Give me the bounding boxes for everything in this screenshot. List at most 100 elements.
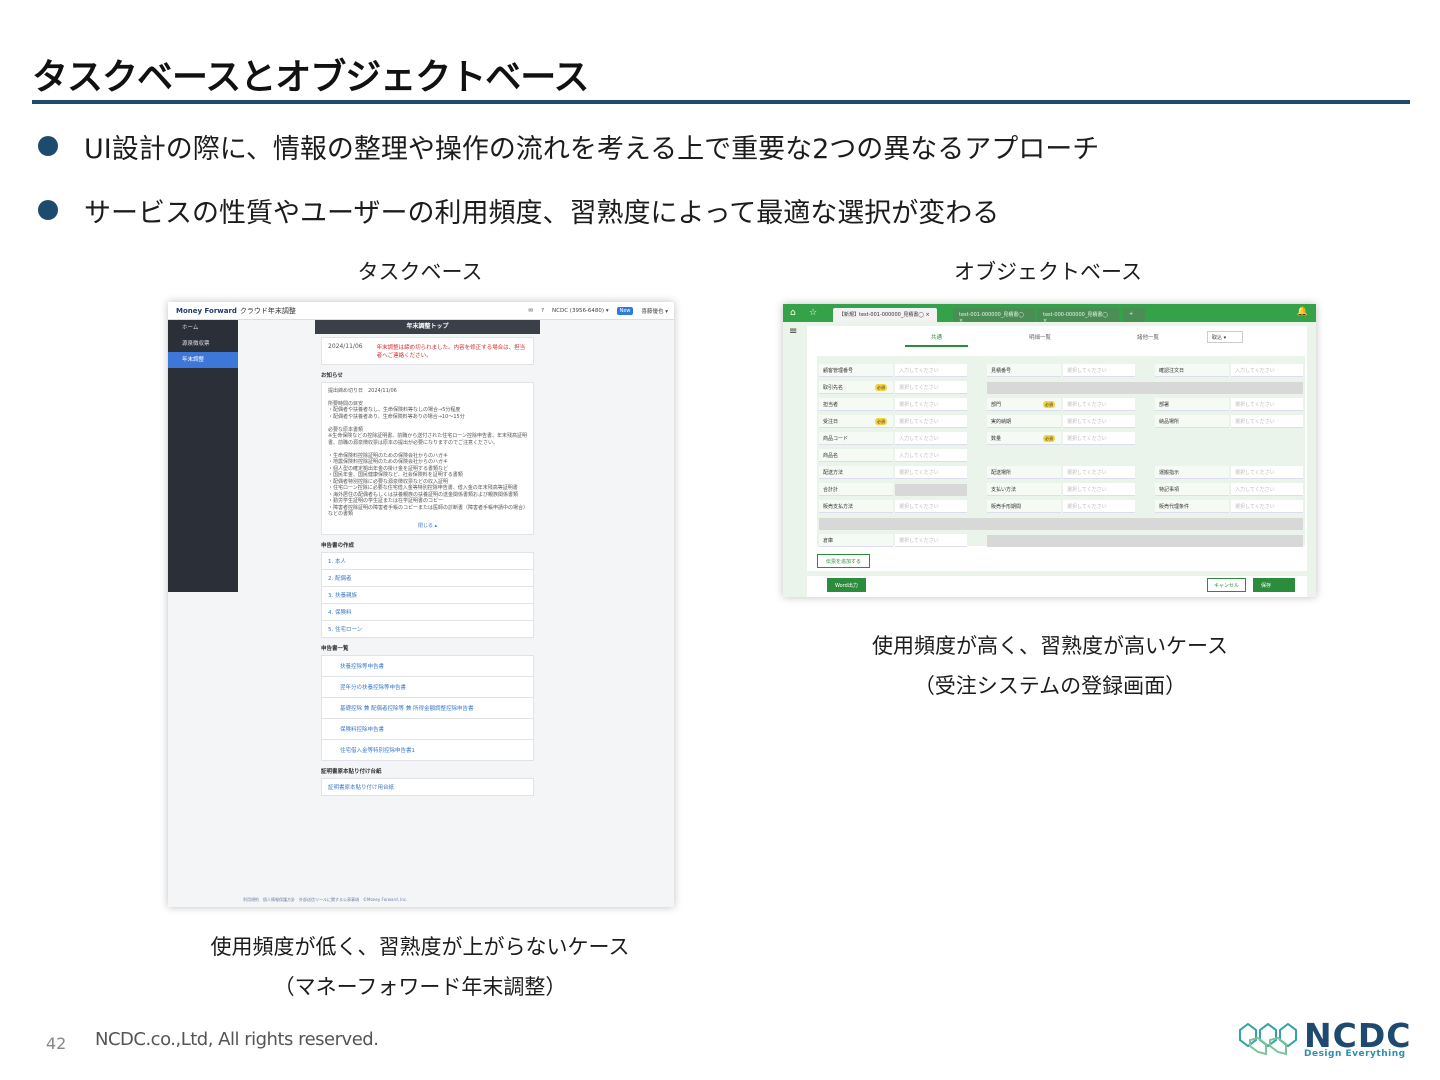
field-label: 顧客管理番号	[819, 364, 893, 377]
notice-card: 提出締め切り日 2024/11/06 所要時間の目安 ・配偶者や扶養者なし、生命保…	[321, 382, 534, 535]
document-item[interactable]: 保険料控除申告書	[321, 718, 534, 740]
object-based-screenshot: ⌂ ☆ 【新規】test-001-000000_見積書◯ × test-001-…	[783, 304, 1316, 597]
date-input[interactable]: 選択してください	[1063, 415, 1135, 428]
document-item[interactable]: 扶養控除等申告書	[321, 654, 534, 677]
field-label: 担当者	[819, 398, 893, 411]
create-item[interactable]: 4. 保険料	[321, 603, 534, 621]
document-item[interactable]: 翌年分の扶養控除等申告書	[321, 676, 534, 698]
text-input[interactable]: 入力してください	[895, 449, 967, 462]
notice-line: ・住宅ローン控除に必要な住宅借入金等特別控除申告書、借入金の年末残高等証明書	[328, 485, 518, 491]
form-row: 担当者 選択してください 部門 必須 選択してください 部署 選択してください	[817, 398, 1305, 412]
notice-line: ※生命保険などの控除証明書、前職から送付された住宅ローン控除申告書、年末残高証明…	[328, 433, 527, 446]
slide-title: タスクベースとオブジェクトベース	[32, 57, 589, 98]
mail-icon[interactable]: ✉	[528, 308, 533, 314]
select-input[interactable]: 選択してください	[1231, 415, 1303, 428]
save-button[interactable]: 保存	[1253, 578, 1295, 592]
form-row: 受注日 必須 選択してください 実的納期 選択してください 納品場所 選択してく…	[817, 415, 1305, 429]
company-selector[interactable]: NCDC (3956-6480) ▾	[552, 308, 609, 314]
sidebar-item-home[interactable]: ホーム	[168, 320, 238, 336]
alert-card: 2024/11/06 年末調整は締め切られました。内容を修正する場合は、担当者へ…	[321, 337, 534, 365]
select-input[interactable]: 選択してください	[895, 500, 967, 513]
import-select[interactable]: 取込 ▾	[1207, 331, 1243, 343]
create-item[interactable]: 2. 配偶者	[321, 569, 534, 587]
subtab-details[interactable]: 明細一覧	[1029, 333, 1051, 341]
document-item[interactable]: 基礎控除 兼 配偶者控除等 兼 所得金額調整控除申告書	[321, 697, 534, 719]
tab-add[interactable]: +	[1123, 308, 1145, 322]
create-item[interactable]: 1. 本人	[321, 551, 534, 570]
select-input[interactable]: 選択してください	[1231, 398, 1303, 411]
field-label: 特記事項	[1155, 483, 1229, 496]
mf-logo-text: Money Forward	[176, 307, 237, 315]
tab-quote-1[interactable]: test-001-000000_見積書◯ ×	[953, 308, 1035, 324]
word-export-button[interactable]: Word出力	[827, 578, 866, 592]
tab-new-quote[interactable]: 【新規】test-001-000000_見積書◯ ×	[833, 308, 937, 322]
select-input[interactable]: 選択してください	[1063, 466, 1135, 479]
tab-quote-2[interactable]: test-000-000000_見積書◯ ×	[1037, 308, 1119, 324]
bell-icon[interactable]: 🔔	[1297, 307, 1308, 317]
required-badge: 必須	[1043, 435, 1055, 442]
mf-product-name: クラウド年末調整	[239, 307, 296, 315]
readonly-field	[987, 382, 1303, 394]
readonly-field	[819, 518, 1303, 530]
subtab-common[interactable]: 共通	[905, 333, 969, 347]
bullet-text: サービスの性質やユーザーの利用頻度、習熟度によって最適な選択が変わる	[84, 197, 1000, 229]
copyright: NCDC.co.,Ltd, All rights reserved.	[95, 1029, 379, 1050]
select-input[interactable]: 選択してください	[895, 534, 967, 547]
form-subtabs: 共通 明細一覧 諸他一覧 取込 ▾	[807, 326, 1307, 348]
required-badge: 必須	[875, 418, 887, 425]
text-input[interactable]: 入力してください	[1231, 483, 1303, 496]
task-caption-line-2: （マネーフォワード年末調整）	[273, 975, 567, 999]
subtab-others[interactable]: 諸他一覧	[1137, 333, 1159, 341]
help-icon[interactable]: ?	[541, 308, 544, 314]
page-number: 42	[46, 1034, 67, 1053]
select-input[interactable]: 選択してください	[1063, 364, 1135, 377]
sidebar-item-withholding[interactable]: 源泉徴収票	[168, 336, 238, 352]
star-icon[interactable]: ☆	[809, 308, 817, 318]
sidebar-item-year-end[interactable]: 年末調整	[168, 352, 238, 368]
order-form-footer: Word出力 キャンセル 保存	[807, 576, 1307, 597]
cancel-button[interactable]: キャンセル	[1207, 578, 1247, 592]
create-item[interactable]: 5. 住宅ローン	[321, 620, 534, 638]
add-detail-button[interactable]: 伝票を追加する	[817, 554, 871, 568]
select-input[interactable]: 選択してください	[1231, 466, 1303, 479]
select-input[interactable]: 選択してください	[1231, 500, 1303, 513]
field-label: 納品場所	[1155, 415, 1229, 428]
select-input[interactable]: 選択してください	[895, 466, 967, 479]
alert-message: 年末調整は締め切られました。内容を修正する場合は、担当者へご連絡ください。	[376, 345, 526, 359]
paste-item[interactable]: 証明書原本貼り付け用台紙	[321, 777, 534, 796]
ncdc-logo: NCDC Design Everything	[1238, 1016, 1413, 1062]
date-input[interactable]: 選択してください	[895, 415, 967, 428]
form-row: 合計計 支払い方法 選択してください 特記事項 入力してください	[817, 483, 1305, 497]
mf-footer: 利用規約 個人情報保護方針 外部送信ツールに関する公表事項 ©Money For…	[243, 897, 408, 902]
text-input[interactable]: 入力してください	[1231, 364, 1303, 377]
select-input[interactable]: 選択してください	[895, 398, 967, 411]
field-label: 確認注文日	[1155, 364, 1229, 377]
task-based-screenshot: Money Forward クラウド年末調整 ✉ ? NCDC (3956-648…	[168, 302, 674, 907]
ncdc-logo-icon	[1239, 1022, 1297, 1056]
select-input[interactable]: 選択してください	[1063, 398, 1135, 411]
user-menu[interactable]: 喜藤優也 ▾	[641, 307, 668, 315]
field-label: 商品コード	[819, 432, 893, 445]
mf-main: 年末調整トップ 2024/11/06 年末調整は締め切られました。内容を修正する…	[315, 320, 540, 796]
bullet-list: UI設計の際に、情報の整理や操作の流れを考える上で重要な2つの異なるアプローチ …	[38, 126, 1099, 254]
document-item[interactable]: 住宅借入金等特別控除申告書1	[321, 739, 534, 761]
select-input[interactable]: 選択してください	[1063, 483, 1135, 496]
select-input[interactable]: 選択してください	[895, 381, 967, 394]
home-icon[interactable]: ⌂	[790, 308, 796, 318]
bullet-dot-icon	[38, 136, 58, 156]
paste-title: 証明書原本貼り付け台紙	[321, 768, 382, 775]
close-link[interactable]: 閉じる ▴	[328, 522, 527, 529]
create-item[interactable]: 3. 扶養親族	[321, 586, 534, 604]
form-row: 顧客管理番号 入力してください 見積番号 選択してください 確認注文日 入力して…	[817, 364, 1305, 378]
menu-icon[interactable]: ≡	[789, 326, 797, 337]
field-label: 販売手形期間	[987, 500, 1061, 513]
readonly-field	[987, 535, 1303, 547]
object-caption-line-1: 使用頻度が高く、習熟度が高いケース	[872, 634, 1228, 658]
field-label: 販売支払方法	[819, 500, 893, 513]
task-based-caption: 使用頻度が低く、習熟度が上がらないケース （マネーフォワード年末調整）	[170, 927, 670, 1007]
select-input[interactable]: 選択してください	[1063, 500, 1135, 513]
text-input[interactable]: 入力してください	[895, 432, 967, 445]
bullet-item: UI設計の際に、情報の整理や操作の流れを考える上で重要な2つの異なるアプローチ	[38, 126, 1099, 166]
select-input[interactable]: 選択してください	[1063, 432, 1135, 445]
text-input[interactable]: 入力してください	[895, 364, 967, 377]
